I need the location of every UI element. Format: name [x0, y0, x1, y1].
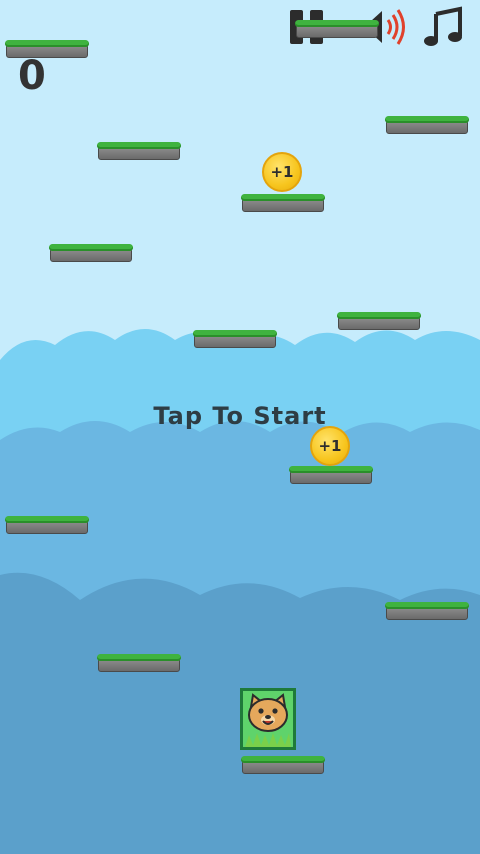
- platform: [97, 652, 181, 672]
- score-counter: 0: [18, 53, 46, 99]
- coin-plus-one: +1: [262, 152, 302, 192]
- music-toggle-button[interactable]: [422, 6, 466, 48]
- platform: [295, 18, 379, 38]
- platform: [5, 38, 89, 58]
- platform: [97, 140, 181, 160]
- cat-face-icon: [245, 693, 291, 747]
- player-character[interactable]: [240, 688, 296, 750]
- platform: [5, 514, 89, 534]
- platform: [193, 328, 277, 348]
- platform: [337, 310, 421, 330]
- platform: [289, 464, 373, 484]
- platform: [241, 192, 325, 212]
- tap-to-start-prompt[interactable]: Tap To Start: [0, 402, 480, 430]
- platform: [49, 242, 133, 262]
- coin-plus-one: +1: [310, 426, 350, 466]
- platform: [385, 600, 469, 620]
- platform: [241, 754, 325, 774]
- music-note-icon: [424, 6, 462, 46]
- platform: [385, 114, 469, 134]
